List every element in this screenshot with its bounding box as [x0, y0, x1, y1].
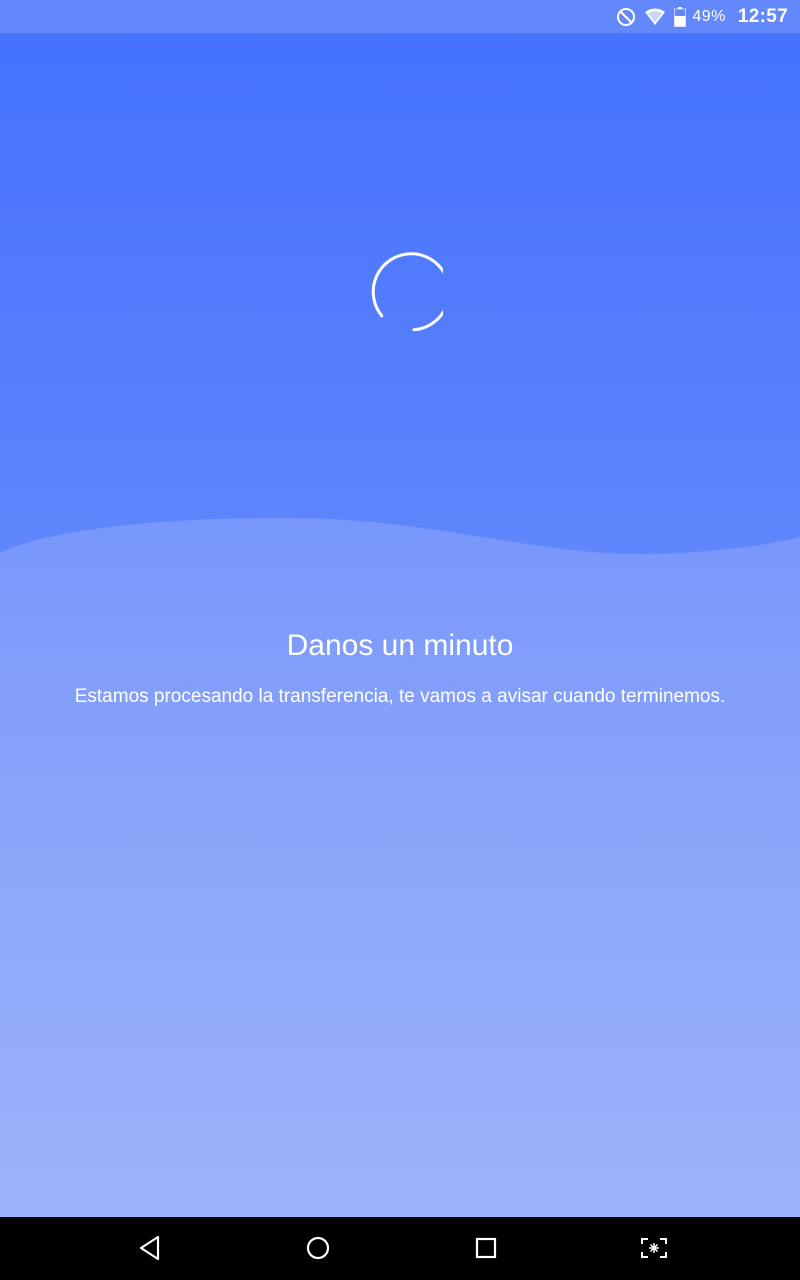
- wifi-icon: [644, 8, 666, 26]
- screen: 49% 12:57 Danos un minuto Estamos proces…: [0, 0, 800, 1280]
- loading-spinner-icon: [371, 252, 443, 332]
- loading-message: Estamos procesando la transferencia, te …: [74, 686, 726, 707]
- battery-percent: 49%: [692, 7, 726, 25]
- recents-icon: [475, 1237, 497, 1259]
- loading-title: Danos un minuto: [286, 629, 514, 662]
- back-button[interactable]: [128, 1228, 172, 1268]
- recents-button[interactable]: [464, 1228, 508, 1268]
- home-icon: [306, 1236, 330, 1260]
- clock: 12:57: [737, 5, 788, 27]
- status-bar: 49% 12:57: [0, 0, 800, 33]
- wave-background: [0, 518, 800, 1217]
- home-button[interactable]: [296, 1228, 340, 1268]
- battery-icon: [674, 6, 687, 27]
- screenshot-icon: [641, 1238, 667, 1258]
- back-icon: [139, 1235, 160, 1261]
- screenshot-button[interactable]: [632, 1228, 676, 1268]
- do-not-disturb-icon: [616, 7, 636, 27]
- loading-screen: Danos un minuto Estamos procesando la tr…: [0, 33, 800, 1217]
- navigation-bar: [0, 1217, 800, 1280]
